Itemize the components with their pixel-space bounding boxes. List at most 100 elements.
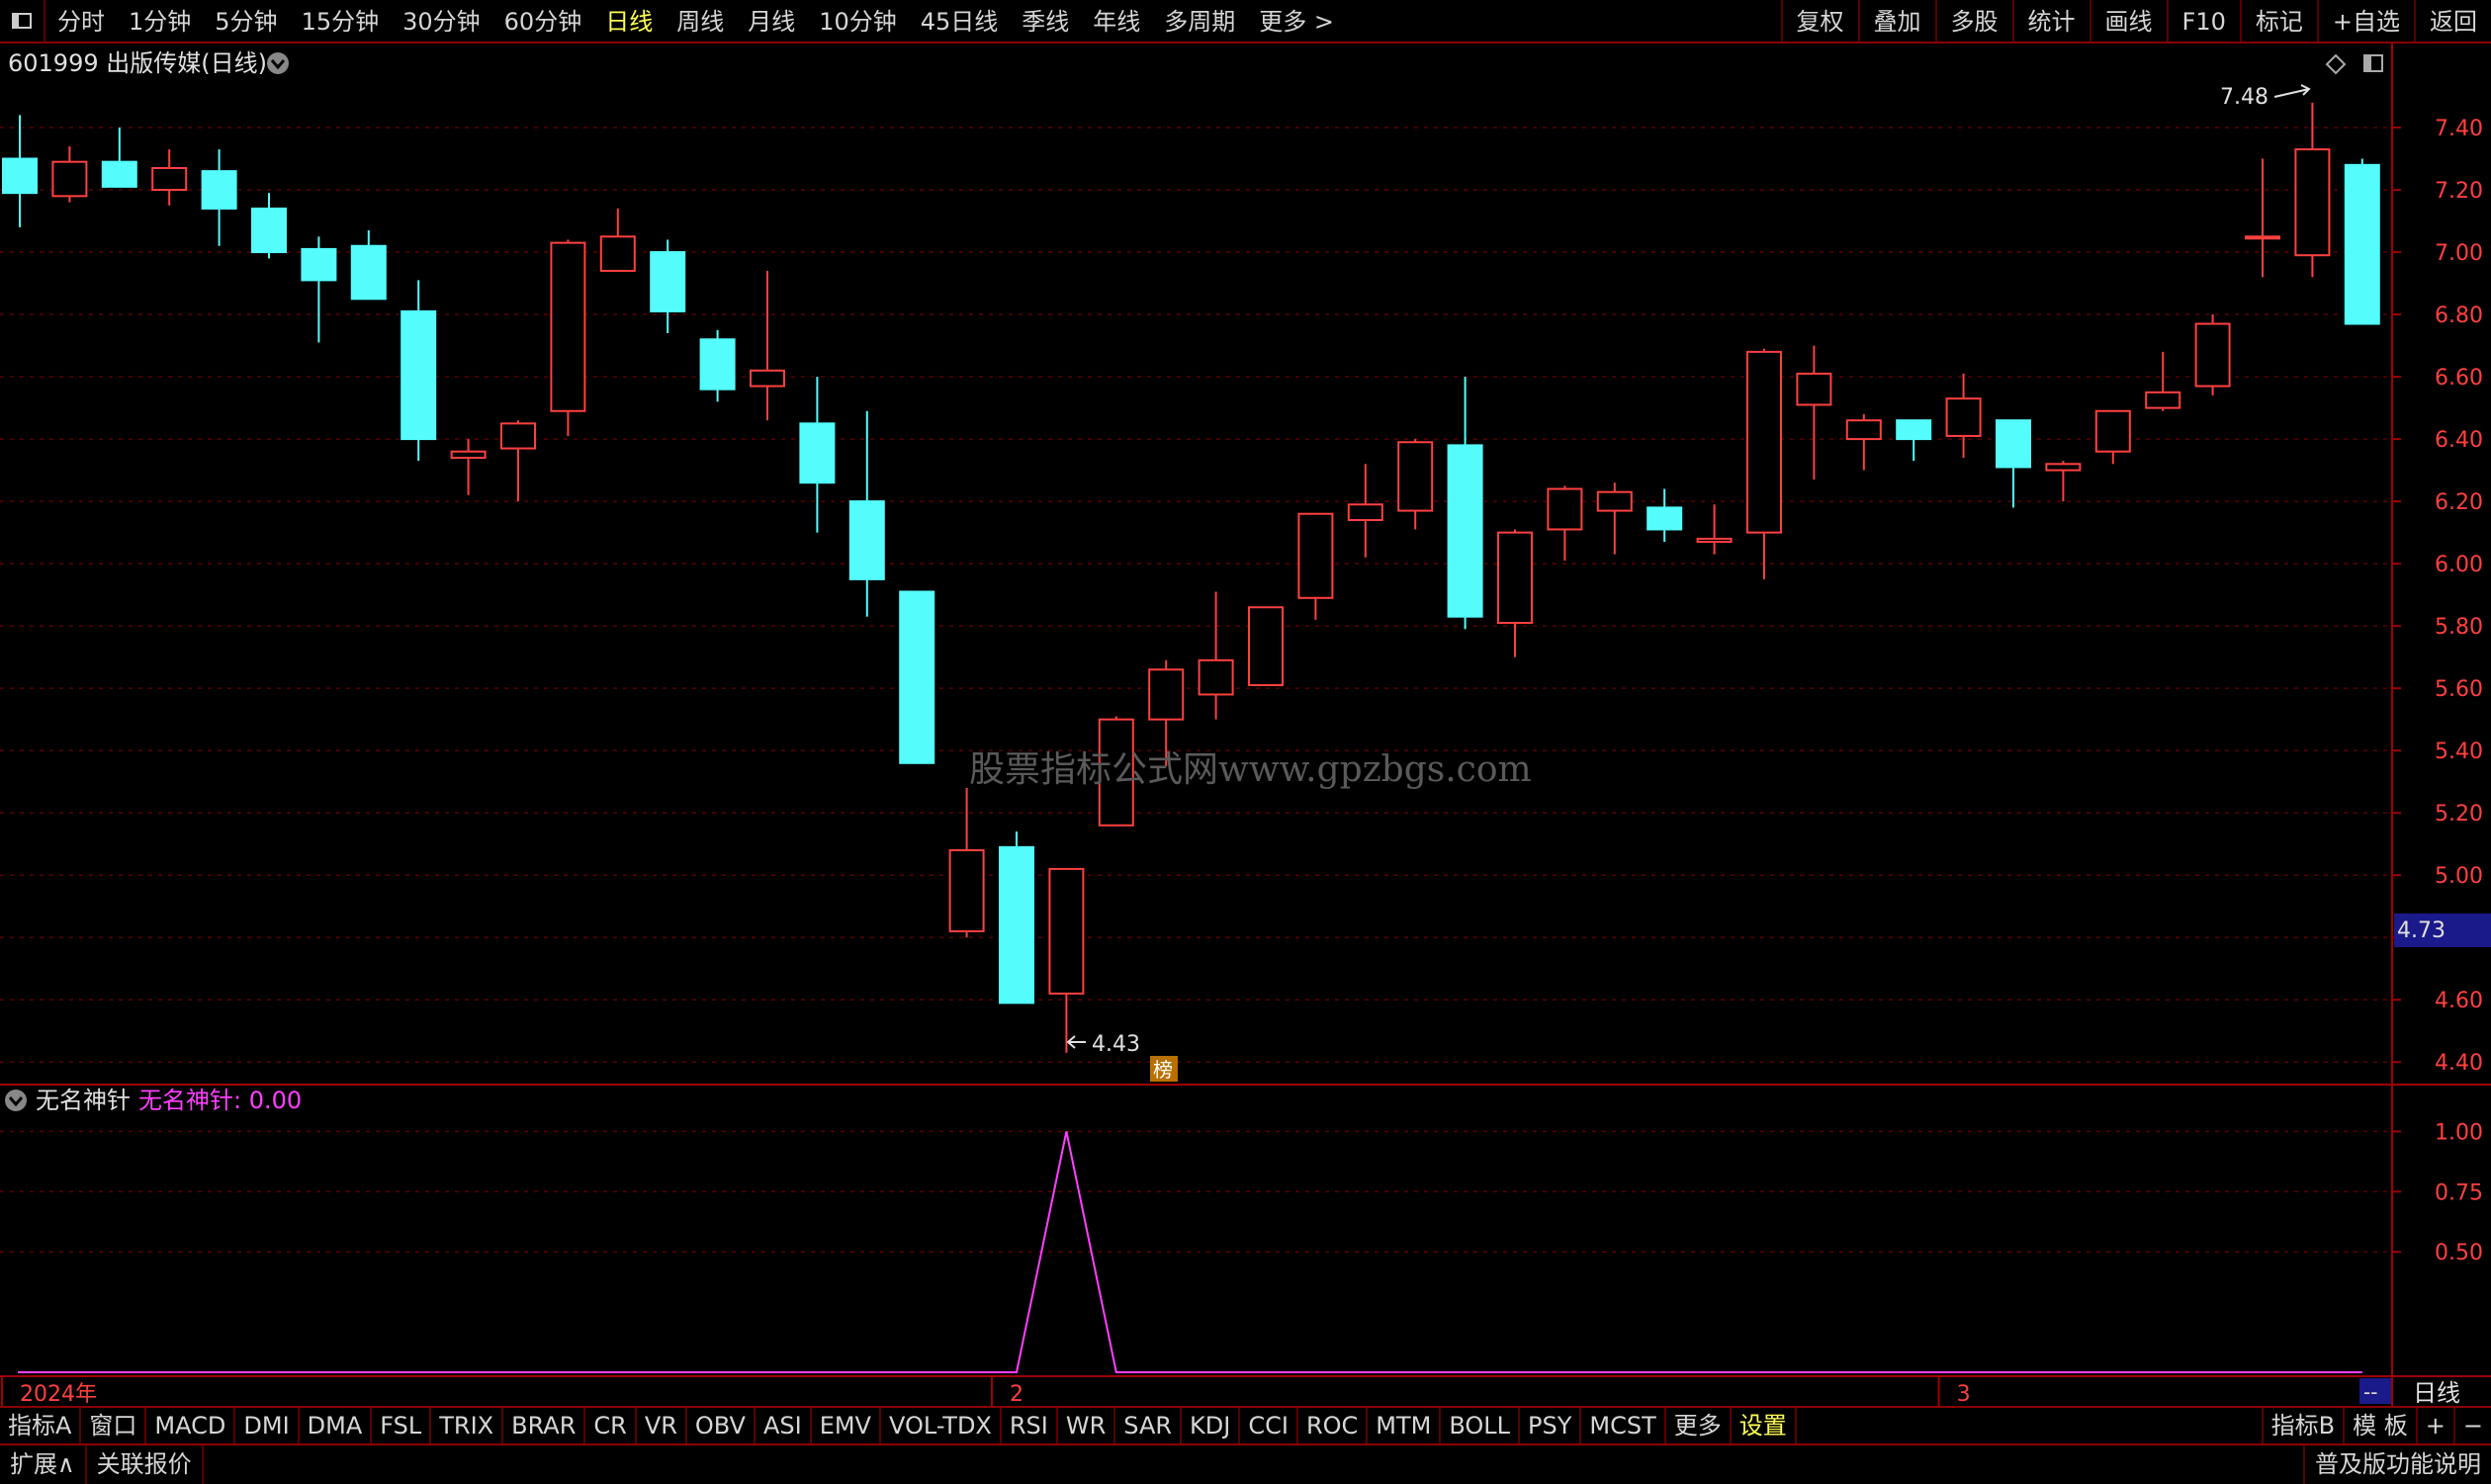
expand-button[interactable]: 扩展∧ [0, 1445, 87, 1484]
indicator-tab-9[interactable]: ASI [756, 1408, 812, 1443]
period-tab-1[interactable]: 1分钟 [117, 0, 203, 42]
candle[interactable] [1547, 485, 1583, 561]
period-tab-4[interactable]: 30分钟 [391, 0, 492, 42]
candle[interactable] [799, 377, 836, 533]
indicator-tab-13[interactable]: WR [1058, 1408, 1116, 1443]
candle[interactable] [500, 420, 536, 502]
candlestick-series[interactable] [2, 102, 2380, 1053]
toolbar-button-4[interactable]: 画线 [2089, 0, 2167, 42]
candle[interactable] [400, 280, 437, 462]
period-tab-14[interactable]: 更多 > [1247, 0, 1346, 42]
candle[interactable] [1248, 606, 1284, 687]
zoom-out-button[interactable]: − [2455, 1408, 2491, 1443]
candle[interactable] [1696, 504, 1733, 555]
candle[interactable] [2294, 102, 2331, 278]
zoom-in-button[interactable]: + [2418, 1408, 2455, 1443]
period-tab-12[interactable]: 年线 [1081, 0, 1152, 42]
candle[interactable] [2344, 158, 2380, 325]
candle[interactable] [2094, 409, 2131, 465]
period-tab-9[interactable]: 10分钟 [807, 0, 909, 42]
template-tab[interactable]: 模 板 [2345, 1408, 2418, 1443]
toolbar-button-2[interactable]: 多股 [1934, 0, 2012, 42]
candle[interactable] [251, 193, 287, 259]
toolbar-button-1[interactable]: 叠加 [1857, 0, 1935, 42]
candle[interactable] [350, 229, 387, 301]
candle[interactable] [750, 270, 785, 421]
candle[interactable] [1198, 591, 1234, 720]
candle[interactable] [301, 236, 337, 343]
candle[interactable] [1845, 413, 1882, 471]
candle[interactable] [2145, 351, 2181, 411]
title-dropdown-icon[interactable] [267, 52, 289, 74]
candle[interactable] [1596, 482, 1633, 555]
candle[interactable] [2194, 314, 2231, 395]
indicator-tab-20[interactable]: PSY [1520, 1408, 1582, 1443]
candle[interactable] [948, 787, 985, 938]
candle[interactable] [450, 439, 487, 495]
period-tab-8[interactable]: 月线 [736, 0, 807, 42]
indicator-tab-17[interactable]: ROC [1298, 1408, 1369, 1443]
indicator-tab-3[interactable]: FSL [372, 1408, 432, 1443]
candle[interactable] [1896, 419, 1932, 462]
indicator-tab-15[interactable]: KDJ [1182, 1408, 1241, 1443]
candle[interactable] [550, 239, 586, 436]
candle[interactable] [1048, 867, 1085, 1053]
candle[interactable] [599, 208, 636, 272]
period-tab-11[interactable]: 季线 [1010, 0, 1081, 42]
indicator-tab-0[interactable]: MACD [146, 1408, 236, 1443]
candle[interactable] [1746, 348, 1782, 579]
window-toggle-icon[interactable] [0, 0, 45, 42]
indicator-tab-12[interactable]: RSI [1002, 1408, 1058, 1443]
period-tab-6[interactable]: 日线 [593, 0, 665, 42]
toolbar-button-7[interactable]: +自选 [2316, 0, 2414, 42]
candle[interactable] [51, 145, 88, 203]
period-tab-5[interactable]: 60分钟 [492, 0, 594, 42]
candle[interactable] [201, 149, 237, 246]
indicator-b-tab[interactable]: 指标B [2261, 1408, 2346, 1443]
candle[interactable] [848, 410, 885, 617]
indicator-tab-23[interactable]: 设置 [1732, 1408, 1797, 1443]
candle[interactable] [151, 149, 188, 206]
indicator-tab-21[interactable]: MCST [1581, 1408, 1666, 1443]
candle[interactable] [650, 239, 686, 333]
toolbar-button-5[interactable]: F10 [2166, 0, 2240, 42]
indicator-tab-1[interactable]: DMI [235, 1408, 300, 1443]
toolbar-button-6[interactable]: 标记 [2239, 0, 2317, 42]
candle[interactable] [999, 831, 1034, 1004]
toolbar-button-8[interactable]: 返回 [2414, 0, 2491, 42]
indicator-tab-18[interactable]: MTM [1368, 1408, 1442, 1443]
indicator-tab-5[interactable]: BRAR [503, 1408, 586, 1443]
indicator-tab-10[interactable]: EMV [812, 1408, 881, 1443]
candle[interactable] [1945, 373, 1982, 458]
indicator-tab-19[interactable]: BOLL [1441, 1408, 1521, 1443]
diamond-icon[interactable] [2325, 53, 2347, 75]
toolbar-button-3[interactable]: 统计 [2011, 0, 2090, 42]
candle[interactable] [1996, 419, 2031, 508]
indicator-a-tab[interactable]: 指标A [0, 1408, 82, 1443]
related-quotes-tab[interactable]: 关联报价 [87, 1445, 204, 1484]
candle[interactable] [1497, 529, 1533, 657]
window-tab[interactable]: 窗口 [81, 1408, 147, 1443]
candle[interactable] [2045, 461, 2082, 502]
candle[interactable] [1397, 439, 1434, 530]
candle[interactable] [2245, 158, 2280, 278]
period-tab-10[interactable]: 45日线 [909, 0, 1011, 42]
candle[interactable] [2, 115, 38, 227]
chart-area[interactable]: 7.40 7.20 7.00 6.80 6.60 6.40 6.20 6.00 5.80 5.60… [0, 44, 2491, 1406]
period-tab-2[interactable]: 5分钟 [203, 0, 289, 42]
indicator-tab-22[interactable]: 更多 [1666, 1408, 1732, 1443]
indicator-tab-8[interactable]: OBV [687, 1408, 756, 1443]
candle[interactable] [1297, 512, 1334, 620]
candle[interactable] [1347, 464, 1383, 558]
candle[interactable] [699, 329, 736, 402]
indicator-tab-4[interactable]: TRIX [431, 1408, 504, 1443]
period-tab-7[interactable]: 周线 [665, 0, 736, 42]
indicator-tab-6[interactable]: CR [585, 1408, 637, 1443]
indicator-dropdown-icon[interactable] [5, 1090, 27, 1111]
toolbar-button-0[interactable]: 复权 [1780, 0, 1858, 42]
indicator-tab-7[interactable]: VR [637, 1408, 687, 1443]
indicator-tab-2[interactable]: DMA [300, 1408, 373, 1443]
candle[interactable] [899, 590, 935, 764]
period-tab-3[interactable]: 15分钟 [290, 0, 392, 42]
edition-info[interactable]: 普及版功能说明 [2303, 1445, 2491, 1484]
